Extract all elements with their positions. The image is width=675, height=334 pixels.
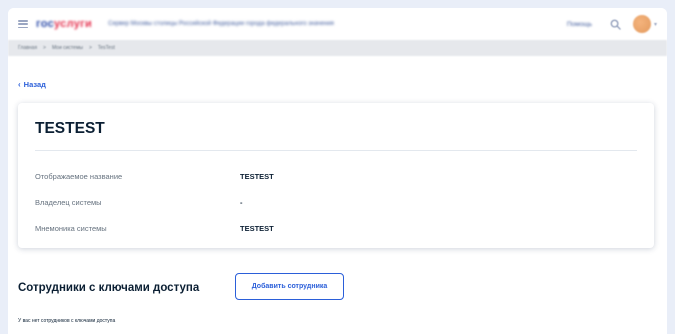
help-link[interactable]: Помощь [567,21,592,28]
info-row-label: Мнемоника системы [35,224,107,233]
chevron-left-icon: ‹ [18,80,21,89]
info-row-value: TESTEST [240,224,274,233]
breadcrumb: Главная > Мои системы > TesTest [8,40,667,56]
info-row-label: Владелец системы [35,198,102,207]
breadcrumb-item-current: TesTest [97,45,115,51]
avatar[interactable] [632,15,651,33]
menu-icon[interactable] [18,20,28,28]
header-right: Помощь ▾ [567,15,657,33]
logo-text-part1: гос [36,18,55,30]
breadcrumb-item-home[interactable]: Главная [18,45,37,51]
info-row-display-name: Отображаемое название TESTEST [35,172,637,184]
gosuslugi-logo[interactable]: гос услуги [36,18,92,30]
top-header: гос услуги Сервер Москвы столицы Российск… [8,8,667,40]
breadcrumb-separator: > [88,45,92,51]
back-link-label: Назад [23,80,46,89]
add-employee-button[interactable]: Добавить сотрудника [235,273,344,300]
info-row-value: TESTEST [240,172,274,181]
breadcrumb-separator: > [43,45,46,51]
chevron-down-icon[interactable]: ▾ [654,21,657,28]
header-title: Сервер Москвы столицы Российской Федерац… [108,21,334,27]
card-divider [35,150,637,151]
logo-text-part2: услуги [54,18,93,30]
employees-section-title: Сотрудники с ключами доступа [18,282,200,294]
info-row-label: Отображаемое название [35,172,123,181]
breadcrumb-item-systems[interactable]: Мои системы [52,45,83,51]
info-row-mnemonic: Мнемоника системы TESTEST [35,224,637,236]
info-row-owner: Владелец системы - [35,198,637,210]
info-row-value: - [240,198,243,207]
system-card: TESTEST Отображаемое название TESTEST Вл… [18,103,654,248]
system-title: TESTEST [35,120,105,137]
search-icon[interactable] [610,19,621,30]
employees-empty-note: У вас нет сотрудников с ключами доступа [18,318,116,324]
back-link[interactable]: ‹ Назад [18,80,46,89]
page: гос услуги Сервер Москвы столицы Российск… [8,8,667,334]
